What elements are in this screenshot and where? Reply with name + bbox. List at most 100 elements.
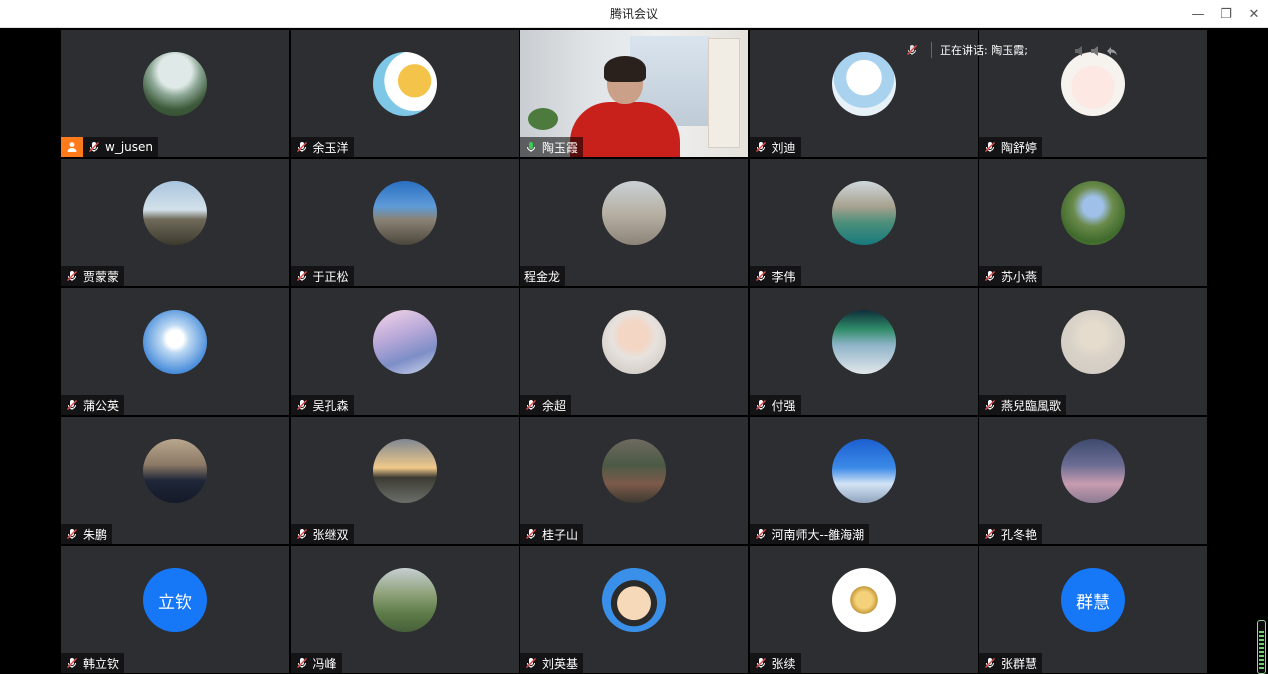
sunset-lake-photo [372, 439, 437, 503]
participant-tile[interactable]: 于正松 [290, 159, 519, 286]
mic-muted-icon [983, 269, 997, 283]
participant-name-bar: 陶舒婷 [979, 137, 1043, 157]
participant-name: 陶舒婷 [1001, 140, 1038, 155]
participant-name-bar: 燕兒臨風歌 [979, 395, 1067, 415]
audio-level-meter[interactable] [1257, 620, 1266, 674]
minimize-button[interactable]: — [1184, 0, 1212, 28]
speaker-icon[interactable] [1073, 43, 1087, 57]
meeting-stage: w_jusen 余玉洋 陶玉霞 刘迪 陶舒婷贾蒙蒙 于正松 程金龙 李伟 苏小燕蒲公英 吴孔森 余超… [0, 28, 1268, 674]
mic-muted-icon [983, 140, 997, 154]
mic-muted-icon [295, 269, 309, 283]
participant-tile[interactable]: 苏小燕 [979, 159, 1207, 286]
window-title: 腾讯会议 [609, 7, 658, 21]
mic-muted-icon [65, 269, 79, 283]
separator [931, 42, 932, 58]
person-by-rocks-photo [602, 181, 666, 245]
speaker-controls [1073, 43, 1119, 57]
participant-tile[interactable]: 余玉洋 [290, 30, 519, 157]
participant-name: 刘英基 [542, 656, 579, 671]
participant-name: 程金龙 [524, 269, 561, 284]
mic-muted-icon [983, 656, 997, 670]
participant-name-bar: 李伟 [749, 266, 801, 286]
mic-muted-icon [754, 398, 768, 412]
participant-name-bar: 张继双 [290, 524, 354, 544]
participant-tile[interactable]: 立钦韩立钦 [61, 546, 289, 673]
mic-muted-icon [983, 398, 997, 412]
mic-muted-icon [295, 398, 309, 412]
gold-star-logo [831, 568, 896, 632]
close-button[interactable]: ✕ [1240, 0, 1268, 28]
participant-name-bar: 朱鹏 [61, 524, 113, 544]
participant-name-bar: 余玉洋 [290, 137, 354, 157]
participant-name-bar: 于正松 [290, 266, 354, 286]
participant-name-bar: 韩立钦 [61, 653, 125, 673]
participant-name: 桂子山 [542, 527, 579, 542]
cartoon-character-avatar [372, 52, 437, 116]
participant-name: 韩立钦 [83, 656, 120, 671]
trees-photo [1061, 181, 1125, 245]
participant-tile[interactable]: 陶玉霞 [520, 30, 748, 157]
participant-name: 苏小燕 [1001, 269, 1038, 284]
participant-tile[interactable]: 吴孔森 [290, 288, 519, 415]
participant-name-bar: 桂子山 [520, 524, 584, 544]
participant-tile[interactable]: 群慧 张群慧 [979, 546, 1207, 673]
participant-tile[interactable]: 程金龙 [520, 159, 748, 286]
child-photo [602, 310, 666, 374]
participant-name-bar: 贾蒙蒙 [61, 266, 125, 286]
participant-name-bar: 孔冬艳 [979, 524, 1043, 544]
girl-illustration [1061, 310, 1125, 374]
video-person-body [570, 102, 680, 157]
speaking-label: 正在讲话: 陶玉霞; [940, 44, 1028, 57]
participant-name: 张续 [771, 656, 796, 671]
mic-muted-icon [754, 527, 768, 541]
mic-muted-icon [524, 398, 538, 412]
participant-name-bar: 付强 [749, 395, 801, 415]
speaker-icon[interactable] [1089, 43, 1103, 57]
participant-tile[interactable]: 孔冬艳 [979, 417, 1207, 544]
participant-name-bar: 吴孔森 [290, 395, 354, 415]
mountain-tower-photo [372, 181, 437, 245]
participant-tile[interactable]: 张继双 [290, 417, 519, 544]
participant-tile[interactable]: 李伟 [749, 159, 978, 286]
participant-tile[interactable]: 刘英基 [520, 546, 748, 673]
participant-tile[interactable]: 桂子山 [520, 417, 748, 544]
lake-tower-photo [143, 52, 207, 116]
participant-tile[interactable]: 余超 [520, 288, 748, 415]
participant-tile[interactable]: 付强 [749, 288, 978, 415]
participant-name-bar: 刘英基 [520, 653, 584, 673]
mic-muted-icon [754, 269, 768, 283]
participant-name-bar: 程金龙 [520, 266, 566, 286]
video-person-hair [604, 56, 646, 82]
mic-muted-icon [754, 656, 768, 670]
mic-muted-icon [295, 527, 309, 541]
participant-tile[interactable]: 朱鹏 [61, 417, 289, 544]
man-in-suit-photo [143, 439, 207, 503]
participant-tile[interactable]: 张续 [749, 546, 978, 673]
mic-active-icon [524, 140, 538, 154]
participant-name: 于正松 [312, 269, 349, 284]
participant-tile[interactable]: 河南师大--雒海潮 [749, 417, 978, 544]
avatar: 立钦 [143, 568, 207, 632]
participant-name: 刘迪 [771, 140, 796, 155]
mic-muted-icon [524, 527, 538, 541]
restore-button[interactable]: ❐ [1212, 0, 1240, 28]
participant-name: 陶玉霞 [542, 140, 579, 155]
dandelion-photo [143, 310, 207, 374]
mic-muted-icon [87, 140, 101, 154]
aurora-photo [831, 310, 896, 374]
speaking-indicator: 正在讲话: 陶玉霞; [905, 40, 1028, 60]
participant-tile[interactable]: 燕兒臨風歌 [979, 288, 1207, 415]
participant-tile[interactable]: 冯峰 [290, 546, 519, 673]
participant-name: 余超 [542, 398, 567, 413]
participant-name: 河南师大--雒海潮 [771, 527, 865, 542]
mic-muted-icon [983, 527, 997, 541]
participant-tile[interactable]: 蒲公英 [61, 288, 289, 415]
cartoon-cat-avatar [1061, 52, 1125, 116]
cartoon-man-glasses-avatar [602, 568, 666, 632]
participant-name: 张继双 [312, 527, 349, 542]
participant-tile[interactable]: 贾蒙蒙 [61, 159, 289, 286]
reply-arrow-icon[interactable] [1105, 43, 1119, 57]
participant-name: 燕兒臨風歌 [1001, 398, 1062, 413]
participant-name-bar: 冯峰 [290, 653, 342, 673]
participant-tile[interactable]: w_jusen [61, 30, 289, 157]
